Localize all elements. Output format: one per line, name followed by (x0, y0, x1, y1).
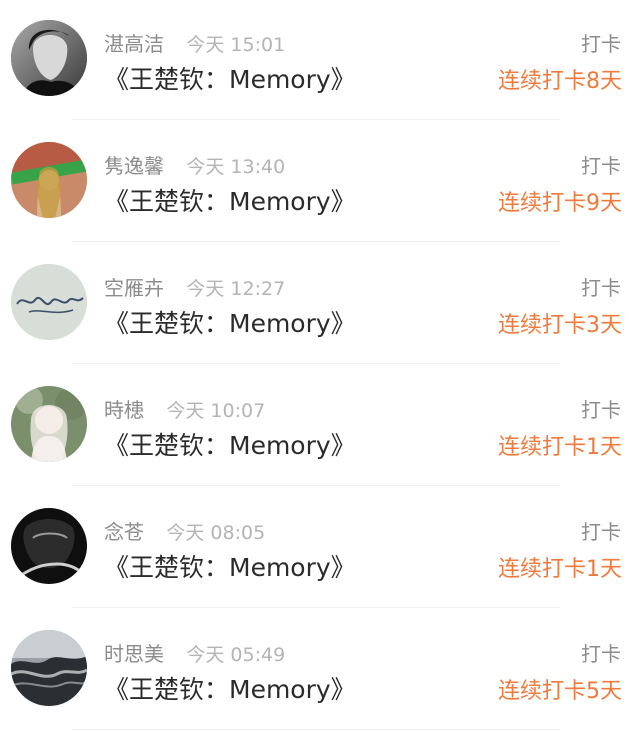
signature-avatar-icon (11, 264, 87, 340)
user-name[interactable]: 空雁卉 今天 12:27 (104, 272, 285, 301)
feed-item[interactable]: 念苍 今天 08:05 《王楚钦：Memory》 打卡 连续打卡1天 (0, 488, 640, 610)
divider (72, 485, 560, 486)
portrait-avatar-icon (11, 386, 87, 462)
book-title[interactable]: 《王楚钦：Memory》 (104, 548, 356, 584)
post-time: 今天 05:49 (186, 644, 286, 666)
avatar[interactable] (11, 264, 87, 340)
streak-label: 连续打卡5天 (498, 679, 622, 704)
post-time: 今天 10:07 (166, 400, 266, 422)
landscape-avatar-icon (11, 630, 87, 706)
portrait-avatar-icon (11, 508, 87, 584)
feed-item[interactable]: 時槵 今天 10:07 《王楚钦：Memory》 打卡 连续打卡1天 (0, 366, 640, 488)
divider (72, 363, 560, 364)
user-name[interactable]: 念苍 今天 08:05 (104, 516, 265, 545)
post-time: 今天 13:40 (186, 156, 286, 178)
checkin-label: 打卡 (581, 398, 621, 422)
feed-item[interactable]: 时思美 今天 05:49 《王楚钦：Memory》 打卡 连续打卡5天 (0, 610, 640, 732)
user-name-text[interactable]: 時槵 (104, 398, 144, 422)
feed-item[interactable]: 隽逸馨 今天 13:40 《王楚钦：Memory》 打卡 连续打卡9天 (0, 122, 640, 244)
feed-item[interactable]: 湛高洁 今天 15:01 《王楚钦：Memory》 打卡 连续打卡8天 (0, 0, 640, 122)
user-name[interactable]: 时思美 今天 05:49 (104, 638, 285, 667)
avatar[interactable] (11, 142, 87, 218)
user-name-text[interactable]: 念苍 (104, 520, 144, 544)
post-time: 今天 15:01 (186, 34, 286, 56)
feed-item[interactable]: 空雁卉 今天 12:27 《王楚钦：Memory》 打卡 连续打卡3天 (0, 244, 640, 366)
checkin-feed: 湛高洁 今天 15:01 《王楚钦：Memory》 打卡 连续打卡8天 隽逸馨 … (0, 0, 640, 732)
photo-avatar-icon (11, 142, 87, 218)
checkin-label: 打卡 (581, 642, 621, 666)
user-name-text[interactable]: 湛高洁 (104, 32, 164, 56)
avatar[interactable] (11, 630, 87, 706)
post-time: 今天 12:27 (186, 278, 286, 300)
user-name-text[interactable]: 空雁卉 (104, 276, 164, 300)
divider (72, 241, 560, 242)
portrait-avatar-icon (11, 20, 87, 96)
book-title[interactable]: 《王楚钦：Memory》 (104, 426, 356, 462)
checkin-label: 打卡 (581, 520, 621, 544)
divider (72, 119, 560, 120)
avatar[interactable] (11, 508, 87, 584)
book-title[interactable]: 《王楚钦：Memory》 (104, 670, 356, 706)
checkin-label: 打卡 (581, 154, 621, 178)
user-name[interactable]: 隽逸馨 今天 13:40 (104, 150, 285, 179)
divider (72, 607, 560, 608)
user-name[interactable]: 時槵 今天 10:07 (104, 394, 265, 423)
user-name-text[interactable]: 隽逸馨 (104, 154, 164, 178)
divider (72, 729, 560, 730)
checkin-label: 打卡 (581, 276, 621, 300)
streak-label: 连续打卡8天 (498, 69, 622, 94)
user-name[interactable]: 湛高洁 今天 15:01 (104, 28, 285, 57)
streak-label: 连续打卡1天 (498, 557, 622, 582)
streak-label: 连续打卡1天 (498, 435, 622, 460)
streak-label: 连续打卡9天 (498, 191, 622, 216)
user-name-text[interactable]: 时思美 (104, 642, 164, 666)
streak-label: 连续打卡3天 (498, 313, 622, 338)
checkin-label: 打卡 (581, 32, 621, 56)
book-title[interactable]: 《王楚钦：Memory》 (104, 60, 356, 96)
book-title[interactable]: 《王楚钦：Memory》 (104, 182, 356, 218)
avatar[interactable] (11, 20, 87, 96)
book-title[interactable]: 《王楚钦：Memory》 (104, 304, 356, 340)
avatar[interactable] (11, 386, 87, 462)
post-time: 今天 08:05 (166, 522, 266, 544)
